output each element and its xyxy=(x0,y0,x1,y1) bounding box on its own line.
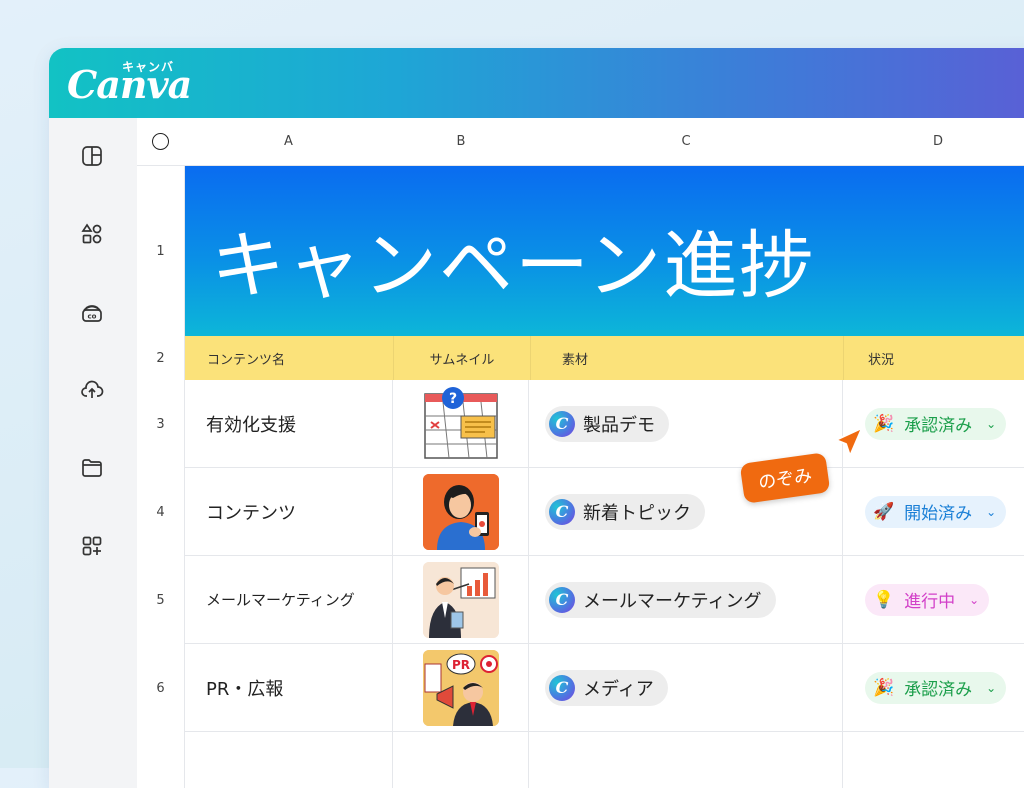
upload-cloud-icon[interactable] xyxy=(80,378,104,402)
material-chip[interactable]: C メールマーケティング xyxy=(545,581,776,618)
material-label: メールマーケティング xyxy=(583,590,762,612)
column-header-d[interactable]: D xyxy=(843,118,1024,166)
material-label: 製品デモ xyxy=(583,414,655,436)
lightbulb-icon: 💡 xyxy=(873,589,895,610)
material-label: メディア xyxy=(583,678,654,700)
content-name: PR・広報 xyxy=(206,678,284,700)
thumbnail-cell[interactable] xyxy=(393,556,529,644)
elements-icon[interactable] xyxy=(80,222,104,246)
status-dropdown[interactable]: 🎉 承認済み ⌄ xyxy=(865,407,1007,440)
thumbnail-calendar-question: ? xyxy=(423,386,499,462)
party-popper-icon: 🎉 xyxy=(873,413,895,434)
row-header-2[interactable]: 2 xyxy=(137,336,185,381)
select-all-corner[interactable] xyxy=(137,118,185,166)
thumbnail-cell[interactable]: ? xyxy=(393,380,529,468)
apps-icon[interactable] xyxy=(80,534,104,558)
canva-logo-kana: キャンバ xyxy=(122,60,175,74)
top-bar: Canva キャンバ xyxy=(49,48,1024,118)
status-dropdown[interactable]: 💡 進行中 ⌄ xyxy=(865,583,990,616)
header-thumbnail[interactable]: サムネイル xyxy=(394,336,531,380)
material-cell[interactable]: C メディア xyxy=(529,644,843,732)
material-cell[interactable]: C メールマーケティング xyxy=(529,556,843,644)
chevron-down-icon: ⌄ xyxy=(969,592,980,607)
thumbnail-presenter xyxy=(422,561,499,638)
status-cell[interactable]: 🚀 開始済み ⌄ xyxy=(843,468,1024,556)
status-cell[interactable]: 🎉 承認済み ⌄ xyxy=(843,380,1024,468)
chevron-down-icon: ⌄ xyxy=(986,680,997,695)
thumbnail-cell[interactable] xyxy=(393,468,529,556)
chevron-down-icon: ⌄ xyxy=(986,504,997,519)
header-material[interactable]: 素材 xyxy=(530,336,844,380)
empty-cell[interactable] xyxy=(184,732,393,788)
canva-c-icon: C xyxy=(549,410,575,437)
column-header-c[interactable]: C xyxy=(529,118,844,166)
thumbnail-cell[interactable]: PR xyxy=(393,644,529,732)
row-header-5[interactable]: 5 xyxy=(137,556,185,645)
material-cell[interactable]: C 製品デモ xyxy=(529,380,843,468)
chevron-down-icon: ⌄ xyxy=(986,416,997,431)
empty-cell[interactable] xyxy=(393,732,529,788)
row-header-1[interactable]: 1 xyxy=(137,166,185,337)
rocket-icon: 🚀 xyxy=(873,501,895,522)
material-chip[interactable]: C メディア xyxy=(545,669,668,706)
material-chip[interactable]: C 新着トピック xyxy=(545,493,705,530)
sidebar: co xyxy=(49,118,138,788)
app-window: Canva キャンバ co A B C D 1 2 3 4 5 6 キャンペーン… xyxy=(49,48,1024,788)
status-label: 承認済み xyxy=(904,416,973,436)
row-header-7[interactable] xyxy=(137,732,185,788)
status-dropdown[interactable]: 🚀 開始済み ⌄ xyxy=(865,495,1007,528)
column-header-a[interactable]: A xyxy=(184,118,394,166)
svg-text:co: co xyxy=(88,313,97,321)
status-cell[interactable]: 🎉 承認済み ⌄ xyxy=(843,644,1024,732)
banner-cell[interactable]: キャンペーン進捗 xyxy=(185,166,1024,336)
thumbnail-pr-megaphone: PR xyxy=(422,649,499,726)
banner-title: キャンペーン進捗 xyxy=(211,223,816,309)
content-name-cell[interactable]: コンテンツ xyxy=(184,468,393,556)
canva-c-icon: C xyxy=(549,674,575,701)
svg-text:?: ? xyxy=(448,391,456,407)
column-header-b[interactable]: B xyxy=(393,118,530,166)
status-dropdown[interactable]: 🎉 承認済み ⌄ xyxy=(865,671,1007,704)
content-name: 有効化支援 xyxy=(206,414,296,436)
empty-cell[interactable] xyxy=(529,732,843,788)
content-name-cell[interactable]: 有効化支援 xyxy=(184,380,393,468)
header-status[interactable]: 状況 xyxy=(844,336,1024,380)
empty-cell[interactable] xyxy=(843,732,1024,788)
content-name-cell[interactable]: PR・広報 xyxy=(184,644,393,732)
canva-c-icon: C xyxy=(549,586,575,613)
header-content-name[interactable]: コンテンツ名 xyxy=(185,336,394,380)
spreadsheet: A B C D 1 2 3 4 5 6 キャンペーン進捗 コンテンツ名 サムネイ… xyxy=(137,118,1024,788)
row-header-3[interactable]: 3 xyxy=(137,380,185,469)
row-header-4[interactable]: 4 xyxy=(137,468,185,557)
folder-icon[interactable] xyxy=(80,456,104,480)
status-label: 進行中 xyxy=(904,592,956,612)
content-name: メールマーケティング xyxy=(206,591,355,609)
thumbnail-woman-phone xyxy=(422,473,499,550)
canva-c-icon: C xyxy=(549,498,575,525)
brand-icon[interactable]: co xyxy=(80,300,104,324)
party-popper-icon: 🎉 xyxy=(873,677,895,698)
content-name: コンテンツ xyxy=(206,502,296,524)
status-cell[interactable]: 💡 進行中 ⌄ xyxy=(843,556,1024,644)
content-name-cell[interactable]: メールマーケティング xyxy=(184,556,393,644)
select-all-circle-icon xyxy=(152,133,169,150)
svg-text:PR: PR xyxy=(451,658,469,672)
material-chip[interactable]: C 製品デモ xyxy=(545,405,669,442)
material-label: 新着トピック xyxy=(583,502,691,524)
table-header-row: コンテンツ名 サムネイル 素材 状況 xyxy=(185,336,1024,380)
layout-icon[interactable] xyxy=(80,144,104,168)
status-label: 開始済み xyxy=(904,504,973,524)
status-label: 承認済み xyxy=(904,680,973,700)
row-header-6[interactable]: 6 xyxy=(137,644,185,733)
